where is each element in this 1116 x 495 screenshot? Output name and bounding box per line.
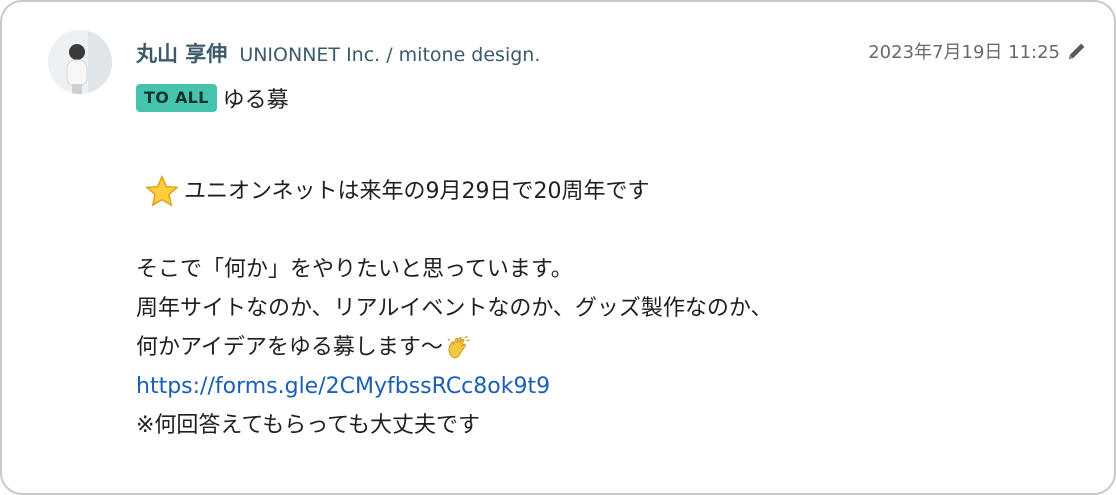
message-meta: 2023年7月19日 11:25 bbox=[868, 38, 1088, 64]
author-organization: UNIONNET Inc. / mitone design. bbox=[239, 44, 541, 66]
to-all-badge: TO ALL bbox=[136, 84, 217, 112]
message-body: ユニオンネットは来年の9月29日で20周年です そこで「何か」をやりたいと思って… bbox=[136, 172, 772, 445]
message-header: 丸山 享伸 UNIONNET Inc. / mitone design. bbox=[136, 38, 540, 68]
body-line: そこで「何か」をやりたいと思っています。 bbox=[136, 257, 573, 282]
avatar[interactable] bbox=[48, 30, 112, 94]
announcement-text: ユニオンネットは来年の9月29日で20周年です bbox=[184, 179, 650, 204]
timestamp: 2023年7月19日 11:25 bbox=[868, 42, 1060, 63]
message-subject: ゆる募 bbox=[222, 88, 289, 113]
pencil-icon[interactable] bbox=[1066, 40, 1088, 62]
announcement-line: ユニオンネットは来年の9月29日で20周年です bbox=[136, 172, 772, 211]
avatar-image bbox=[48, 30, 112, 94]
body-line: 何かアイデアをゆる募します〜 bbox=[136, 328, 772, 367]
author-name[interactable]: 丸山 享伸 bbox=[136, 38, 227, 68]
body-line-text: 何かアイデアをゆる募します〜 bbox=[136, 335, 443, 360]
body-line: 周年サイトなのか、リアルイベントなのか、グッズ製作なのか、 bbox=[136, 296, 773, 321]
star-icon bbox=[145, 174, 179, 207]
body-line: ※何回答えてもらっても大丈夫です bbox=[136, 413, 481, 438]
message-title-row: TO ALL ゆる募 bbox=[136, 82, 289, 114]
waving-hand-icon bbox=[447, 335, 470, 358]
message-card: 丸山 享伸 UNIONNET Inc. / mitone design. 202… bbox=[0, 0, 1116, 495]
form-link-line: https://forms.gle/2CMyfbssRCc8ok9t9 bbox=[136, 367, 772, 406]
form-link[interactable]: https://forms.gle/2CMyfbssRCc8ok9t9 bbox=[136, 367, 550, 406]
